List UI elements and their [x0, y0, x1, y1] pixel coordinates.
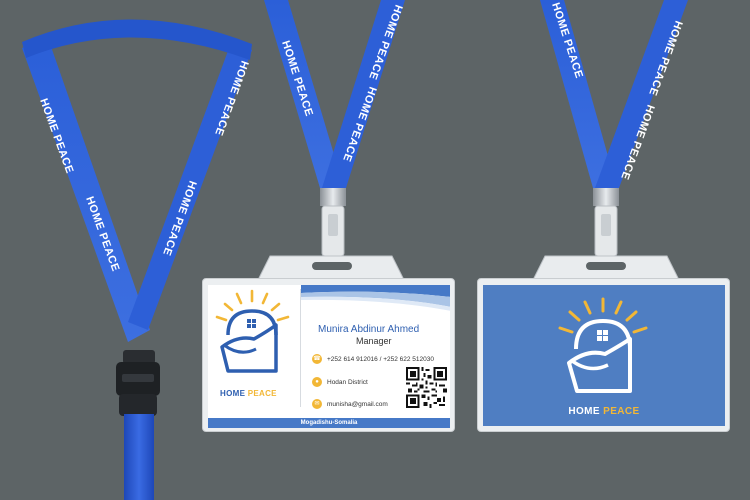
right-lanyard: HOME PEACE HOME PEACE HOME PEACE: [540, 0, 688, 257]
back-brand-accent: PEACE: [603, 406, 640, 417]
right-badge-holder: [532, 255, 680, 281]
front-brand-name: HOME PEACE: [220, 389, 277, 398]
front-id-card: HOME PEACE Munira Abdinur Ahmed Manager …: [202, 278, 455, 432]
phone-icon: ☎: [312, 354, 322, 364]
front-card-face: HOME PEACE Munira Abdinur Ahmed Manager …: [208, 285, 450, 422]
header-swoosh: [301, 285, 450, 311]
email-row: ✉ munisha@gmail.com: [312, 398, 388, 410]
back-id-card: HOME PEACE: [477, 278, 730, 432]
qr-code: [406, 367, 447, 408]
back-brand-primary: HOME: [568, 406, 600, 417]
person-name: Munira Abdinur Ahmed: [318, 324, 420, 335]
middle-badge-holder: [257, 255, 405, 281]
back-card-face: HOME PEACE: [483, 285, 725, 426]
location-text: Hodan District: [327, 378, 368, 386]
back-brand-name: HOME PEACE: [483, 406, 725, 417]
email-icon: ✉: [312, 399, 322, 409]
middle-lanyard: HOME PEACE HOME PEACE HOME PEACE: [264, 0, 405, 257]
lanyard-mockup-scene: HOME PEACE HOME PEACE HOME PEACE HOME PE…: [0, 0, 750, 500]
phone-text: +252 614 912016 / +252 622 512030: [327, 355, 434, 363]
email-text: munisha@gmail.com: [327, 400, 388, 408]
home-peace-logo-icon: [558, 297, 648, 393]
front-brand-accent: PEACE: [247, 389, 277, 398]
front-footer: Mogadishu-Somalia: [208, 418, 450, 428]
location-row: ● Hodan District: [312, 376, 368, 388]
phone-row: ☎ +252 614 912016 / +252 622 512030: [312, 353, 434, 365]
location-pin-icon: ●: [312, 377, 322, 387]
front-brand-primary: HOME: [220, 389, 246, 398]
person-title: Manager: [356, 336, 392, 346]
